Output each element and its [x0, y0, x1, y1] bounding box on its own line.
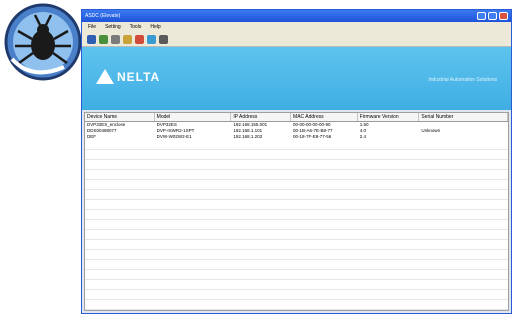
- menu-tools[interactable]: Tools: [130, 24, 142, 30]
- cell-serial-number: [419, 134, 508, 140]
- menu-setting[interactable]: Setting: [105, 24, 121, 30]
- col-device-name[interactable]: Device Name: [85, 113, 155, 121]
- maximize-button[interactable]: [488, 12, 497, 20]
- title-bar: ASDC (Elevate): [82, 10, 511, 22]
- toolbar: [82, 32, 511, 47]
- minimize-button[interactable]: [477, 12, 486, 20]
- col-mac-address[interactable]: MAC Address: [291, 113, 358, 121]
- search-icon[interactable]: [111, 34, 120, 44]
- application-window: ASDC (Elevate) File Setting Tools Help N…: [81, 9, 512, 314]
- brand-banner: NELTA Industrial Automation Solutions: [82, 47, 511, 110]
- cell-model: DVW-W02W2-E1: [156, 134, 192, 139]
- menu-help[interactable]: Help: [150, 24, 160, 30]
- table-row[interactable]: DEF DVW-W02W2-E1 192.168.1.203 00-18-7F-…: [85, 134, 508, 140]
- config-icon[interactable]: [159, 34, 168, 44]
- info-icon[interactable]: [147, 34, 156, 44]
- brand-name: NELTA: [117, 69, 161, 84]
- col-ip-address[interactable]: IP Address: [231, 113, 292, 121]
- menu-file[interactable]: File: [88, 24, 96, 30]
- delta-triangle-icon: [96, 69, 114, 84]
- col-serial-number[interactable]: Serial Number: [419, 113, 508, 121]
- delete-icon[interactable]: [135, 34, 144, 44]
- brand-logo: NELTA: [96, 69, 160, 84]
- refresh-icon[interactable]: [99, 34, 108, 44]
- cell-mac-address: 00-18-7F-E8-77-56: [293, 134, 332, 139]
- brand-tagline: Industrial Automation Solutions: [428, 77, 497, 83]
- application-logo-icon: [2, 1, 84, 83]
- cell-ip-address: 192.168.1.203: [233, 134, 263, 139]
- table-header: Device Name Model IP Address MAC Address…: [85, 113, 508, 122]
- window-title: ASDC (Elevate): [85, 13, 121, 19]
- close-button[interactable]: [499, 12, 508, 20]
- device-table: Device Name Model IP Address MAC Address…: [84, 112, 509, 311]
- settings-icon[interactable]: [123, 34, 132, 44]
- menu-bar: File Setting Tools Help: [82, 22, 511, 32]
- col-firmware-version[interactable]: Firmware Version: [358, 113, 420, 121]
- empty-table-area: [85, 140, 508, 310]
- save-icon[interactable]: [87, 34, 96, 44]
- cell-device-name: DEF: [87, 134, 96, 139]
- col-model[interactable]: Model: [155, 113, 232, 121]
- cell-firmware-version: 2.4: [359, 134, 366, 139]
